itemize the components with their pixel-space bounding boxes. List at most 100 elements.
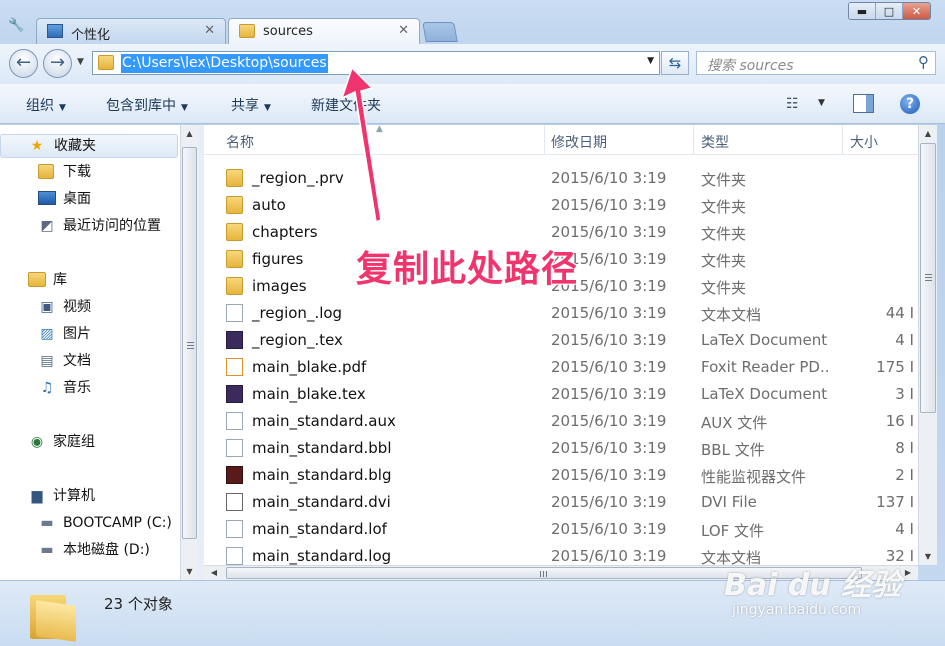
tab-personalize[interactable]: 个性化 ✕: [36, 18, 226, 44]
file-row[interactable]: main_standard.dvi 2015/6/10 3:19 DVI File 1…: [222, 489, 918, 516]
scroll-down-icon[interactable]: ▼: [919, 548, 937, 565]
history-dropdown-icon[interactable]: ▼: [77, 57, 84, 67]
file-row[interactable]: main_blake.tex 2015/6/10 3:19 LaTeX Docume…: [222, 381, 918, 408]
file-size: 4 I: [895, 331, 914, 349]
column-size[interactable]: 大小: [850, 132, 878, 152]
include-library-button[interactable]: 包含到库中 ▼: [106, 95, 188, 115]
file-date: 2015/6/10 3:19: [551, 358, 667, 376]
folder-icon: [98, 55, 114, 70]
close-icon[interactable]: ✕: [204, 23, 215, 38]
file-name: images: [252, 277, 307, 295]
library-icon: [28, 272, 46, 287]
file-type: LaTeX Document: [701, 385, 828, 403]
doc-file-icon: [226, 412, 243, 430]
file-list-scrollbar[interactable]: ▲ ▼: [918, 125, 937, 565]
scroll-up-icon[interactable]: ▲: [919, 125, 937, 142]
file-name: main_standard.aux: [252, 412, 396, 430]
file-name: main_standard.log: [252, 547, 392, 565]
refresh-button[interactable]: ⇆: [661, 51, 689, 75]
tab-sources[interactable]: sources ✕: [228, 18, 420, 45]
nav-drive-c[interactable]: ▬ BOOTCAMP (C:): [0, 512, 178, 536]
column-type[interactable]: 类型: [701, 132, 729, 152]
back-button[interactable]: ←: [9, 49, 38, 78]
nav-documents[interactable]: ▤ 文档: [0, 350, 178, 374]
scroll-up-icon[interactable]: ▲: [181, 125, 198, 142]
view-options-icon[interactable]: ☷: [786, 96, 804, 112]
command-bar: 组织 ▼ 包含到库中 ▼ 共享 ▼ 新建文件夹 ☷ ▼ ?: [0, 84, 945, 124]
organize-button[interactable]: 组织 ▼: [26, 95, 66, 115]
column-name[interactable]: 名称: [226, 132, 254, 152]
preview-pane-icon[interactable]: [853, 94, 874, 113]
folder-icon: [226, 250, 243, 268]
file-row[interactable]: main_standard.bbl 2015/6/10 3:19 BBL 文件 8 I: [222, 435, 918, 462]
nav-drive-d[interactable]: ▬ 本地磁盘 (D:): [0, 539, 178, 563]
file-size: 175 I: [876, 358, 914, 376]
file-date: 2015/6/10 3:19: [551, 520, 667, 538]
file-row[interactable]: _region_.prv 2015/6/10 3:19 文件夹: [222, 165, 918, 192]
item-count: 23 个对象: [104, 595, 173, 613]
scrollbar-thumb[interactable]: [920, 143, 936, 413]
nav-recent[interactable]: ◩ 最近访问的位置: [0, 215, 178, 239]
nav-libraries[interactable]: 库: [0, 269, 178, 293]
nav-homegroup[interactable]: ◉ 家庭组: [0, 431, 178, 455]
column-date[interactable]: 修改日期: [551, 132, 607, 152]
nav-computer[interactable]: ▆ 计算机: [0, 485, 178, 509]
file-type: LaTeX Document: [701, 331, 828, 349]
nav-desktop[interactable]: 桌面: [0, 188, 178, 212]
nav-videos[interactable]: ▣ 视频: [0, 296, 178, 320]
search-icon[interactable]: ⚲: [918, 53, 929, 71]
file-row[interactable]: main_standard.aux 2015/6/10 3:19 AUX 文件 16 …: [222, 408, 918, 435]
scroll-left-icon[interactable]: ◀: [206, 566, 222, 581]
nav-favorites[interactable]: ★ 收藏夹: [0, 134, 178, 158]
nav-pictures[interactable]: ▨ 图片: [0, 323, 178, 347]
file-row[interactable]: auto 2015/6/10 3:19 文件夹: [222, 192, 918, 219]
folder-icon: [226, 169, 243, 187]
file-row[interactable]: main_standard.lof 2015/6/10 3:19 LOF 文件 4 I: [222, 516, 918, 543]
documents-icon: ▤: [40, 353, 54, 369]
forward-button[interactable]: →: [43, 49, 72, 78]
close-icon[interactable]: ✕: [398, 23, 409, 38]
nav-label: 图片: [63, 326, 91, 342]
file-name: main_standard.bbl: [252, 439, 392, 457]
navigation-bar: ← → ▼ C:\Users\lex\Desktop\sources ▼ ⇆ 搜…: [0, 44, 945, 84]
include-library-label: 包含到库中: [106, 98, 176, 114]
desktop-icon: [38, 191, 56, 205]
new-folder-button[interactable]: 新建文件夹: [311, 95, 381, 115]
dvi-file-icon: [226, 493, 243, 511]
share-button[interactable]: 共享 ▼: [231, 95, 271, 115]
nav-pane-scrollbar[interactable]: ▲ ▼: [180, 125, 198, 580]
blg-file-icon: [226, 466, 243, 484]
address-path[interactable]: C:\Users\lex\Desktop\sources: [121, 54, 328, 73]
file-date: 2015/6/10 3:19: [551, 412, 667, 430]
search-input[interactable]: 搜索 sources ⚲: [696, 51, 936, 75]
help-icon[interactable]: ?: [900, 94, 920, 114]
file-size: 2 I: [895, 466, 914, 484]
address-bar[interactable]: C:\Users\lex\Desktop\sources ▼: [92, 51, 660, 75]
file-size: 3 I: [895, 385, 914, 403]
nav-label: 收藏夹: [54, 138, 96, 154]
file-name: main_standard.blg: [252, 466, 392, 484]
chevron-down-icon[interactable]: ▼: [818, 98, 825, 108]
wrench-icon[interactable]: 🔧: [8, 18, 24, 34]
nav-music[interactable]: ♫ 音乐: [0, 377, 178, 401]
chevron-down-icon[interactable]: ▼: [647, 56, 654, 66]
tab-label: sources: [263, 24, 313, 39]
file-row[interactable]: main_blake.pdf 2015/6/10 3:19 Foxit Reader…: [222, 354, 918, 381]
nav-label: 桌面: [63, 191, 91, 207]
nav-downloads[interactable]: 下载: [0, 161, 178, 185]
star-icon: ★: [30, 138, 44, 154]
minimize-button[interactable]: ▬: [849, 3, 876, 19]
maximize-button[interactable]: □: [876, 3, 903, 19]
file-row[interactable]: main_standard.blg 2015/6/10 3:19 性能监视器文件 2 …: [222, 462, 918, 489]
computer-icon: ▆: [31, 488, 43, 504]
recent-places-icon: ◩: [40, 218, 54, 234]
file-row[interactable]: _region_.log 2015/6/10 3:19 文本文档 44 I: [222, 300, 918, 327]
video-icon: ▣: [40, 299, 54, 315]
tex-file-icon: [226, 331, 243, 349]
scrollbar-thumb[interactable]: [182, 147, 197, 539]
scroll-down-icon[interactable]: ▼: [181, 563, 198, 580]
file-row[interactable]: _region_.tex 2015/6/10 3:19 LaTeX Document…: [222, 327, 918, 354]
close-button[interactable]: ✕: [903, 3, 930, 19]
new-tab-button[interactable]: [422, 22, 458, 42]
doc-file-icon: [226, 520, 243, 538]
